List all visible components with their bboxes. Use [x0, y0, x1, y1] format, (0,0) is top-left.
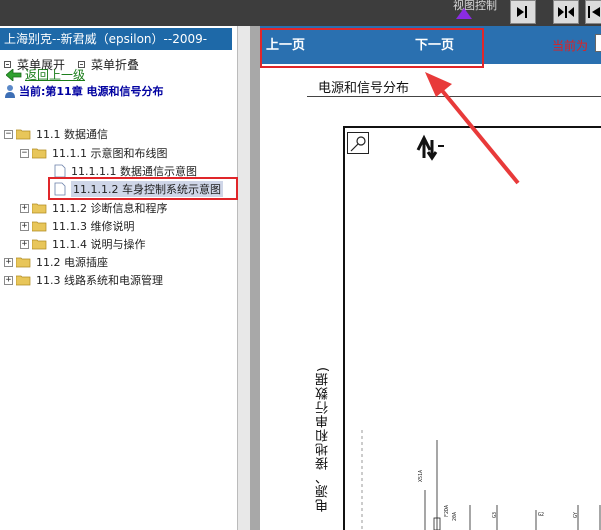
connector-label: X51A [418, 470, 424, 483]
tree-item-11-1-3[interactable]: + 11.1.3 维修说明 [20, 217, 134, 235]
arrow-right-bar-icon [517, 6, 527, 18]
sidebar-title: 上海别克--新君威（epsilon）--2009- [0, 28, 232, 50]
folder-icon [16, 257, 31, 268]
wiring-diagram-frame [343, 126, 601, 530]
tree-item-11-1[interactable]: − 11.1 数据通信 [4, 125, 108, 143]
folder-icon [32, 239, 47, 250]
title-underline [307, 96, 601, 97]
splitter-track [238, 26, 250, 530]
menu-collapse-button[interactable]: 菜单折叠 [78, 56, 139, 73]
wire-label: G3 [492, 512, 498, 519]
fuse-rating-label: 20A [452, 512, 458, 522]
fit-width-icon [558, 6, 574, 18]
back-arrow-icon [6, 68, 22, 81]
tree-item-label: 11.1 数据通信 [36, 128, 108, 141]
tree-item-label: 11.3 线路系统和电源管理 [36, 274, 163, 287]
tree-item-11-1-2[interactable]: + 11.1.2 诊断信息和程序 [20, 199, 167, 217]
arrow-left-bar-icon [588, 6, 600, 18]
tree-item-label: 11.1.3 维修说明 [52, 220, 135, 233]
splitter-handle[interactable] [250, 26, 260, 530]
folder-icon [32, 221, 47, 232]
tree-item-11-3[interactable]: + 11.3 线路系统和电源管理 [4, 271, 163, 289]
tree-item-11-1-1[interactable]: − 11.1.1 示意图和布线图 [20, 144, 167, 162]
diagram-vertical-title: 电源、接地和串行数据) [316, 366, 331, 513]
current-page-label: 当前为 [552, 39, 589, 53]
tree-item-label: 11.1.2 诊断信息和程序 [52, 202, 168, 215]
page-back-button[interactable] [585, 0, 601, 24]
expand-toggle-icon[interactable]: + [4, 257, 13, 267]
view-control-arrow-icon[interactable] [456, 8, 472, 19]
back-link[interactable]: 返回上一级 [6, 66, 85, 83]
collapse-toggle-icon[interactable]: − [20, 148, 29, 158]
current-chapter: 当前:第11章 电源和信号分布 [4, 83, 164, 99]
tree-item-label: 11.1.1 示意图和布线图 [52, 147, 168, 160]
folder-open-icon [32, 148, 47, 159]
page-number-input[interactable] [595, 34, 601, 52]
fit-width-button[interactable] [553, 0, 579, 24]
expand-toggle-icon[interactable]: + [20, 239, 29, 249]
top-toolbar: 视图控制 [0, 0, 601, 26]
tree-item-label: 11.2 电源插座 [36, 256, 108, 269]
wire-label: G2 [538, 512, 545, 518]
current-chapter-label: 当前:第11章 电源和信号分布 [19, 85, 164, 98]
expand-toggle-icon[interactable]: + [4, 275, 13, 285]
folder-open-icon [16, 129, 31, 140]
nav-highlight-box [260, 28, 484, 68]
tree-item-11-1-4[interactable]: + 11.1.4 说明与操作 [20, 235, 145, 253]
wire-label: GY [573, 512, 579, 519]
back-link-label: 返回上一级 [25, 68, 86, 82]
tree-item-11-2[interactable]: + 11.2 电源插座 [4, 253, 108, 271]
user-icon [5, 85, 15, 98]
expand-toggle-icon[interactable]: + [20, 203, 29, 213]
selected-item-highlight-box [48, 177, 238, 200]
menu-collapse-label: 菜单折叠 [91, 58, 140, 72]
fuse-label: F2DA [444, 505, 450, 518]
expand-toggle-icon[interactable]: + [20, 221, 29, 231]
collapse-toggle-icon[interactable]: − [4, 129, 13, 139]
folder-icon [32, 203, 47, 214]
diagram-corner-icon [347, 132, 369, 154]
document-title: 电源和信号分布 [318, 81, 410, 96]
folder-icon [16, 275, 31, 286]
tree-item-label: 11.1.4 说明与操作 [52, 238, 146, 251]
connector-symbol-icon [350, 136, 366, 152]
page-forward-button[interactable] [510, 0, 536, 24]
document-icon [54, 164, 66, 178]
